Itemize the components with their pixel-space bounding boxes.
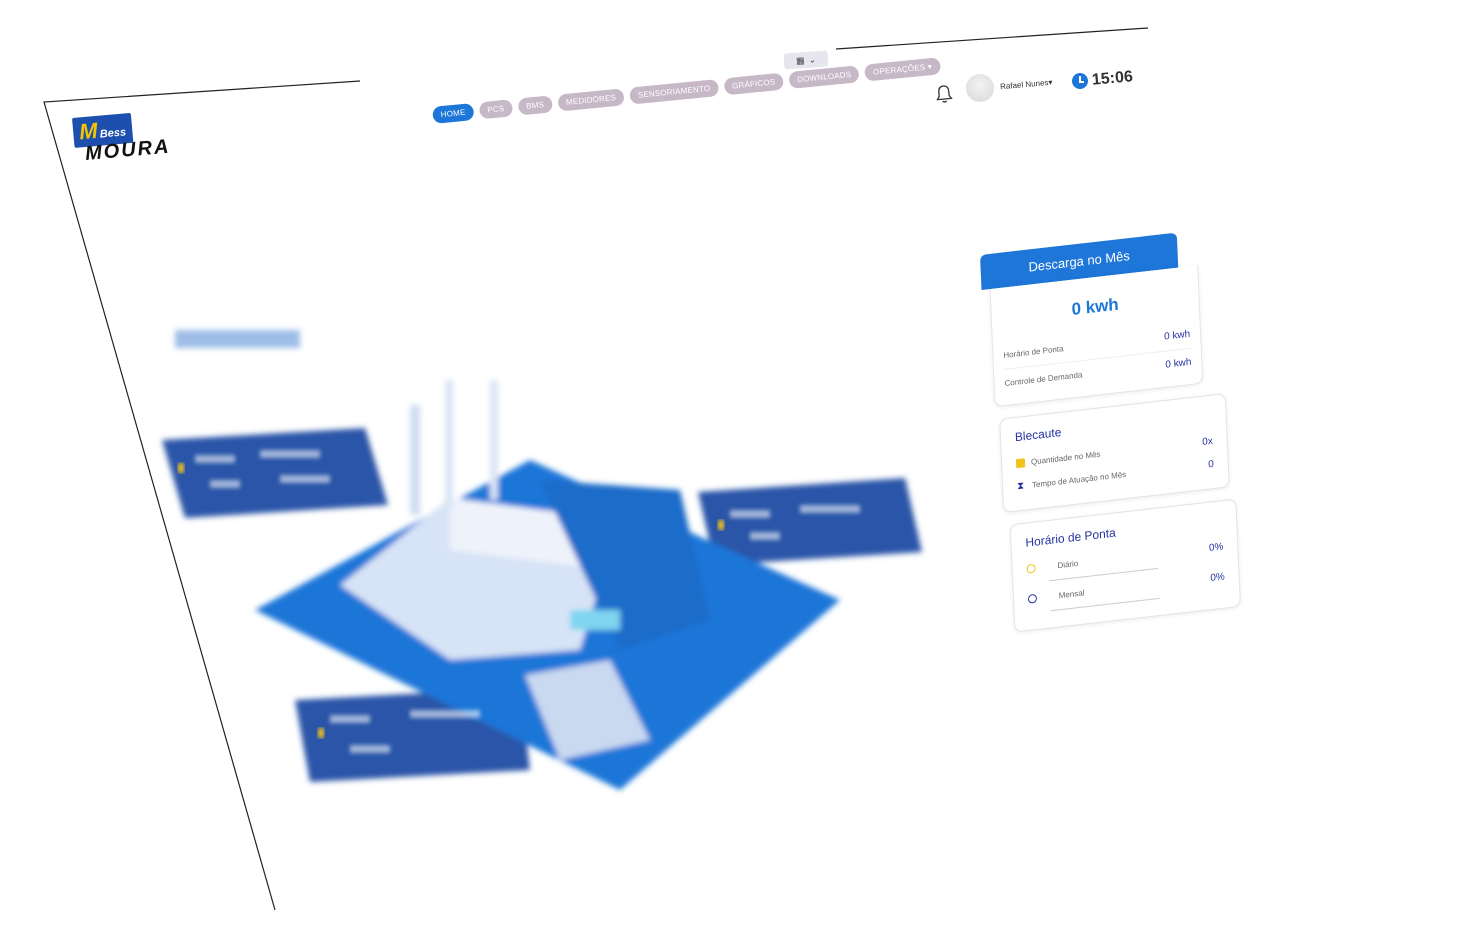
nav-graficos[interactable]: GRÁFICOS (723, 72, 785, 96)
bess-system-illustration (162, 330, 922, 790)
blecaute-row-value: 0x (1202, 435, 1214, 449)
descarga-total: 0 kwh (1071, 294, 1119, 319)
blecaute-row-value: 0 (1208, 458, 1215, 471)
logo-mark: M (78, 117, 99, 145)
moura-bess-logo[interactable]: MBess MOURA (72, 110, 171, 167)
ponta-row-label: Mensal (1058, 588, 1085, 601)
sun-icon (1026, 563, 1036, 574)
clock-icon (1072, 73, 1088, 89)
bell-icon[interactable] (934, 83, 954, 104)
avatar[interactable] (966, 74, 994, 102)
app-screen: MBess MOURA ▦ ⌄ HOME PCS BMS MEDIDORES S… (44, 28, 1479, 943)
ponta-row-label: Diário (1057, 558, 1079, 571)
descarga-row-value: 0 kwh (1163, 328, 1191, 343)
nav-pcs[interactable]: PCS (478, 99, 514, 120)
ponta-row-value: 0% (1208, 541, 1224, 554)
clock-icon (1027, 593, 1038, 604)
nav-medidores[interactable]: MEDIDORES (557, 88, 625, 112)
blecaute-card: Blecaute Quantidade no Mês 0x ⧗ Tempo de… (999, 393, 1230, 514)
main-nav: HOME PCS BMS MEDIDORES SENSORIAMENTO GRÁ… (432, 57, 941, 124)
nav-sensoriamento[interactable]: SENSORIAMENTO (629, 79, 720, 105)
current-time: 15:06 (1091, 68, 1134, 89)
logo-sub: Bess (99, 126, 127, 141)
nav-operacoes[interactable]: OPERAÇÕES ▾ (864, 57, 941, 82)
descarga-card: 0 kwh Horário de Ponta 0 kwh Controle de… (989, 265, 1204, 408)
descarga-row-label: Controle de Demanda (1004, 370, 1083, 389)
descarga-row-value: 0 kwh (1165, 356, 1192, 371)
fullscreen-toggle[interactable]: ▦ ⌄ (783, 50, 829, 70)
hourglass-icon: ⧗ (1016, 479, 1025, 492)
stats-panel: Descarga no Mês 0 kwh Horário de Ponta 0… (980, 221, 1295, 635)
user-menu[interactable]: Rafael Nunes▾ (1000, 78, 1053, 92)
ponta-row-value: 0% (1210, 571, 1225, 585)
grid-icon: ▦ (795, 54, 805, 66)
nav-bms[interactable]: BMS (517, 95, 553, 116)
nav-downloads[interactable]: DOWNLOADS (788, 65, 861, 89)
chevron-down-icon: ⌄ (808, 53, 817, 65)
descarga-row-label: Horário de Ponta (1003, 344, 1064, 361)
calendar-icon (1015, 458, 1026, 469)
nav-home[interactable]: HOME (432, 103, 475, 124)
ponta-card: Horário de Ponta Diário 0% Mensal 0% (1009, 498, 1241, 633)
